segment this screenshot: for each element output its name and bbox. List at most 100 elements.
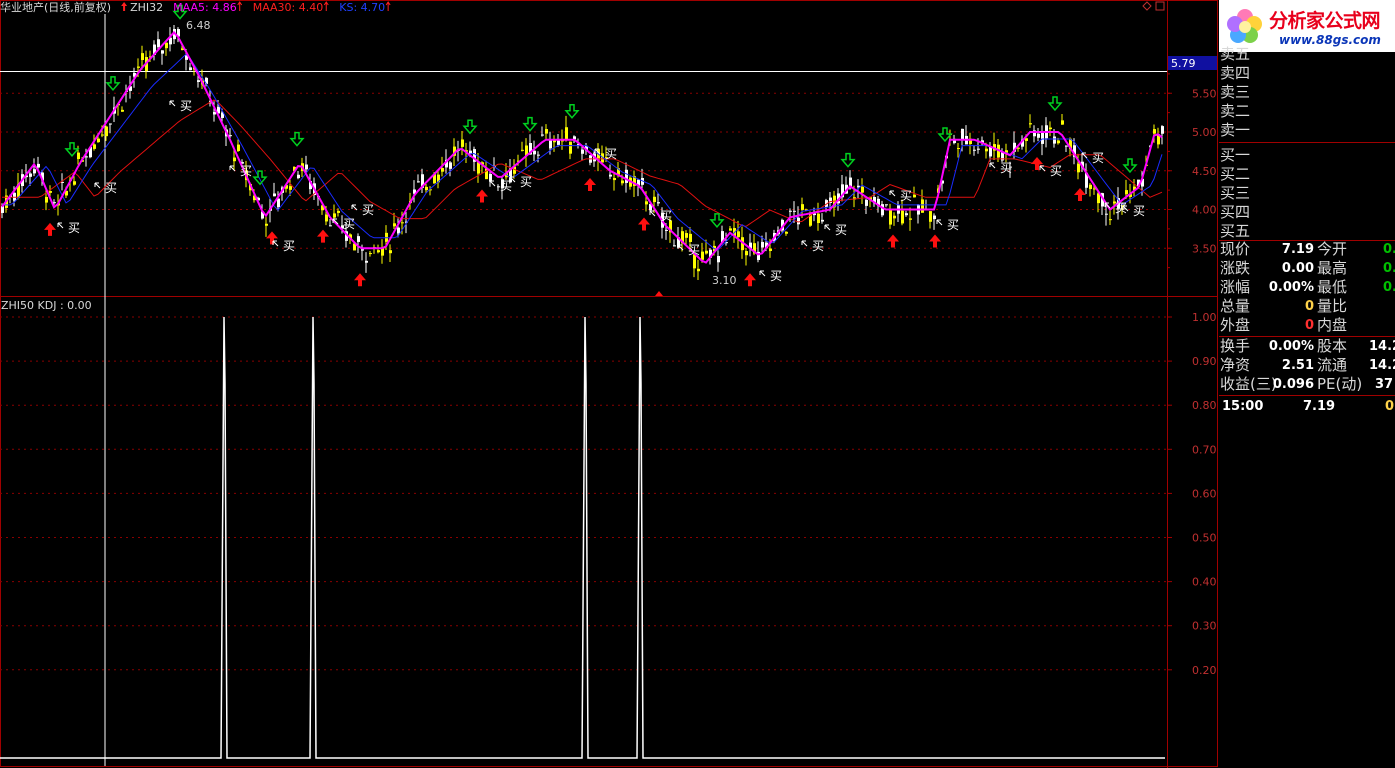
indicator-name: ZHI32	[130, 1, 163, 14]
candle-body	[861, 186, 864, 193]
candlesticks	[1, 25, 1164, 280]
candle-body	[109, 123, 112, 125]
candle-body	[533, 150, 536, 155]
candle-body	[45, 196, 48, 203]
buy-signal-label: 买	[1050, 164, 1062, 178]
candle-body	[625, 169, 628, 183]
candle-body	[361, 249, 364, 251]
buy-signal-label: 买	[283, 239, 295, 253]
down-arrow-icon	[252, 170, 268, 186]
candle-body	[1041, 132, 1044, 144]
pointer-icon	[1039, 165, 1046, 172]
buy-signal-label: 买	[362, 203, 374, 217]
indicator-arrow-icon	[121, 2, 128, 11]
down-arrow-icon	[564, 104, 580, 119]
candle-body	[929, 211, 932, 222]
candle-body	[613, 177, 616, 181]
buy-signal-label: 买	[105, 181, 117, 195]
float-label: 流通	[1317, 356, 1348, 374]
candle-body	[685, 233, 688, 238]
candle-body	[277, 198, 280, 208]
candle-body	[689, 233, 692, 242]
candle-body	[789, 210, 792, 212]
candle-body	[137, 66, 140, 68]
turnover-value: 0.00%	[1268, 339, 1314, 354]
candle-body	[889, 209, 892, 225]
legend-item: KS: 4.70	[339, 1, 385, 14]
candle-body	[1105, 213, 1108, 215]
buy-signal-label: 买	[343, 217, 355, 231]
down-arrow-icon	[840, 152, 856, 168]
candle-body	[581, 149, 584, 154]
buy-signal-label: 买	[180, 99, 192, 113]
candle-body	[189, 67, 192, 71]
candle-body	[265, 223, 268, 226]
high-label: 最高	[1317, 259, 1348, 277]
candle-body	[401, 222, 404, 224]
order-book-row: 买四	[1220, 203, 1251, 221]
price-axis-label: 3.50	[1192, 242, 1217, 255]
change-label: 涨跌	[1220, 259, 1251, 277]
nav-value: 2.51	[1281, 358, 1314, 373]
candle-body	[761, 241, 764, 248]
kdj-axis-label: 0.20	[1192, 664, 1217, 677]
candle-body	[797, 217, 800, 225]
float-value: 14.2	[1369, 358, 1395, 373]
buy-signal-label: 买	[500, 179, 512, 193]
kdj-axis-label: 0.30	[1192, 620, 1217, 633]
shares-label: 股本	[1317, 337, 1348, 355]
candle-body	[377, 250, 380, 253]
diamond-icon[interactable]	[1142, 1, 1152, 11]
buy-signal-label: 买	[1000, 161, 1012, 175]
candle-body	[881, 204, 884, 216]
candle-body	[49, 191, 52, 193]
buy-signal-label: 买	[770, 269, 782, 283]
candle-body	[33, 169, 36, 174]
up-small-icon	[323, 1, 329, 11]
vol-ratio-label: 量比	[1317, 297, 1348, 315]
candle-body	[565, 127, 568, 140]
main-price-panel[interactable]: 买买买买买买买买 买买买买买买买买买买 买买买 买6.483.10	[0, 4, 1167, 766]
buy-signal-label: 买	[660, 209, 672, 223]
order-book-row: 卖三	[1220, 83, 1251, 101]
open-label: 今开	[1317, 240, 1348, 258]
candle-body	[337, 210, 340, 213]
pointer-icon	[94, 182, 101, 189]
marker-icon	[655, 291, 663, 296]
candle-body	[85, 156, 88, 158]
candle-body	[1061, 120, 1064, 125]
pointer-icon	[801, 240, 808, 247]
candle-body	[957, 148, 960, 150]
stock-chart-canvas[interactable]: 买买买买买买买买 买买买买买买买买买买 买买买 买6.483.10 ZHI50 KDJ…	[0, 0, 1219, 768]
kdj-sub-panel[interactable]: ZHI50 KDJ : 0.00	[0, 299, 1165, 759]
up-arrow-icon	[1074, 188, 1086, 201]
low-label: 最低	[1317, 278, 1348, 296]
legend-item: MAA5: 4.86	[173, 1, 237, 14]
candle-body	[461, 139, 464, 147]
order-book-row: 卖四	[1220, 64, 1251, 82]
pe-value: 37	[1375, 377, 1394, 392]
candle-body	[737, 231, 740, 238]
candle-body	[541, 134, 544, 136]
kdj-axis-label: 1.00	[1192, 311, 1217, 324]
order-book-row: 买二	[1220, 165, 1251, 183]
candle-body	[961, 128, 964, 140]
order-book-row: 卖一	[1220, 121, 1251, 139]
candle-body	[697, 268, 700, 272]
candle-body	[333, 213, 336, 218]
candle-body	[229, 135, 232, 137]
price-axis-label: 4.50	[1192, 165, 1217, 178]
candle-body	[909, 218, 912, 220]
restore-icon[interactable]	[1155, 1, 1165, 11]
order-book-row: 买五	[1220, 222, 1251, 240]
pointer-icon	[489, 180, 496, 187]
candle-body	[1125, 190, 1128, 195]
chart-frame	[0, 0, 1218, 767]
candle-body	[325, 214, 328, 222]
up-arrow-icon	[354, 273, 366, 287]
pct-label: 涨幅	[1220, 278, 1251, 296]
pointer-icon	[824, 224, 831, 231]
price-axis-label: 4.00	[1192, 204, 1217, 217]
pointer-icon	[169, 100, 176, 107]
pct-value: 0.00%	[1268, 280, 1314, 295]
